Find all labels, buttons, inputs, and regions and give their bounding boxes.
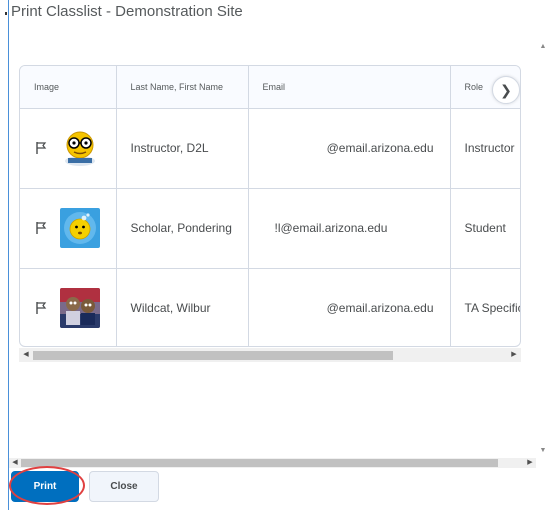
role-cell: Instructor bbox=[450, 108, 520, 189]
table-row: Wildcat, Wilbur @email.arizona.edu TA Sp… bbox=[20, 268, 520, 346]
image-cell bbox=[20, 188, 117, 269]
print-button[interactable]: Print bbox=[11, 471, 79, 502]
email-cell: !l@email.arizona.edu bbox=[248, 188, 451, 269]
classlist-table: Image Last Name, First Name Email Role I… bbox=[20, 66, 520, 346]
thinking-emoji-avatar bbox=[60, 208, 100, 248]
table-scroll-right-button[interactable]: ❯ bbox=[492, 76, 520, 104]
dialog-scroll-thumb[interactable] bbox=[21, 459, 498, 467]
close-button[interactable]: Close bbox=[89, 471, 159, 502]
email-cell: @email.arizona.edu bbox=[248, 108, 451, 189]
scroll-left-arrow-icon[interactable]: ◀ bbox=[10, 458, 20, 468]
name-cell: Wildcat, Wilbur bbox=[116, 268, 249, 346]
table-row: Scholar, Pondering !l@email.arizona.edu … bbox=[20, 188, 520, 269]
flag-icon[interactable] bbox=[34, 301, 48, 315]
scroll-up-arrow-icon[interactable]: ▲ bbox=[538, 42, 545, 52]
column-header-image: Image bbox=[20, 66, 117, 109]
email-cell: @email.arizona.edu bbox=[248, 268, 451, 346]
name-cell: Scholar, Pondering bbox=[116, 188, 249, 269]
edge-mark bbox=[5, 12, 7, 15]
glasses-emoji-avatar bbox=[60, 128, 100, 168]
column-header-name: Last Name, First Name bbox=[116, 66, 249, 109]
print-classlist-dialog: Print Classlist - Demonstration Site Ima… bbox=[8, 0, 545, 510]
table-horizontal-scrollbar[interactable]: ◀ ▶ bbox=[19, 348, 521, 362]
scroll-left-arrow-icon[interactable]: ◀ bbox=[21, 350, 31, 360]
classlist-table-container: Image Last Name, First Name Email Role I… bbox=[19, 65, 521, 347]
dialog-title: Print Classlist - Demonstration Site bbox=[11, 3, 243, 20]
table-row: Instructor, D2L @email.arizona.edu Instr… bbox=[20, 108, 520, 189]
image-cell bbox=[20, 268, 117, 346]
table-header-row: Image Last Name, First Name Email Role bbox=[20, 66, 520, 109]
name-cell: Instructor, D2L bbox=[116, 108, 249, 189]
dialog-content: Image Last Name, First Name Email Role I… bbox=[9, 40, 536, 458]
table-scroll-thumb[interactable] bbox=[33, 351, 393, 360]
dialog-horizontal-scrollbar[interactable]: ◀ ▶ bbox=[9, 458, 536, 468]
flag-icon[interactable] bbox=[34, 141, 48, 155]
column-header-email: Email bbox=[248, 66, 451, 109]
wildcat-mascot-avatar bbox=[60, 288, 100, 328]
flag-icon[interactable] bbox=[34, 221, 48, 235]
scroll-right-arrow-icon[interactable]: ▶ bbox=[525, 458, 535, 468]
role-cell: TA Specific bbox=[450, 268, 520, 346]
dialog-vertical-scrollbar[interactable]: ▲ ▼ bbox=[538, 40, 545, 458]
scroll-right-arrow-icon[interactable]: ▶ bbox=[509, 350, 519, 360]
image-cell bbox=[20, 108, 117, 189]
role-cell: Student bbox=[450, 188, 520, 269]
scroll-down-arrow-icon[interactable]: ▼ bbox=[538, 446, 545, 456]
chevron-right-icon: ❯ bbox=[500, 81, 512, 98]
